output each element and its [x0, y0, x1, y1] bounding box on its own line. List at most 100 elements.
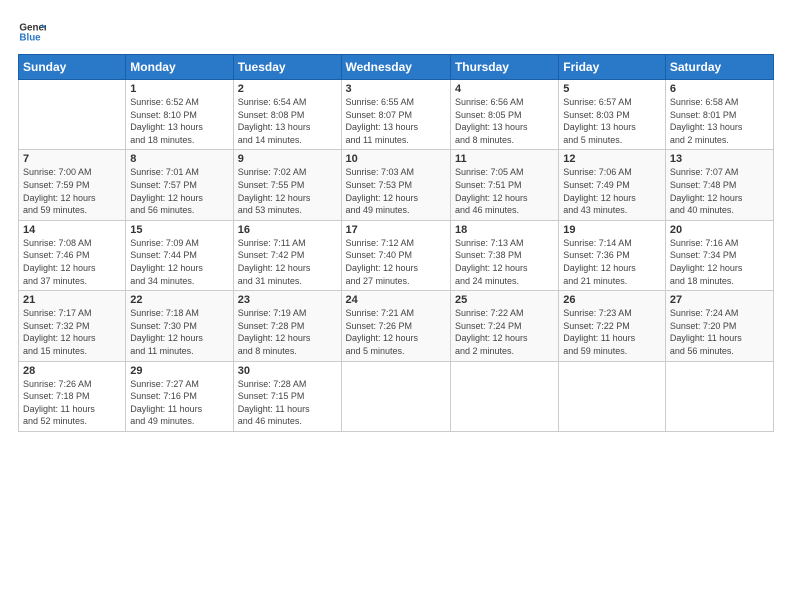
day-number: 7	[23, 153, 121, 165]
calendar-cell: 22Sunrise: 7:18 AM Sunset: 7:30 PM Dayli…	[126, 291, 233, 361]
calendar-cell: 13Sunrise: 7:07 AM Sunset: 7:48 PM Dayli…	[665, 150, 773, 220]
week-row-5: 28Sunrise: 7:26 AM Sunset: 7:18 PM Dayli…	[19, 361, 774, 431]
day-info: Sunrise: 7:24 AM Sunset: 7:20 PM Dayligh…	[670, 307, 769, 357]
calendar-cell: 28Sunrise: 7:26 AM Sunset: 7:18 PM Dayli…	[19, 361, 126, 431]
calendar-cell: 8Sunrise: 7:01 AM Sunset: 7:57 PM Daylig…	[126, 150, 233, 220]
day-info: Sunrise: 7:18 AM Sunset: 7:30 PM Dayligh…	[130, 307, 228, 357]
day-number: 12	[563, 153, 661, 165]
week-row-4: 21Sunrise: 7:17 AM Sunset: 7:32 PM Dayli…	[19, 291, 774, 361]
day-info: Sunrise: 7:28 AM Sunset: 7:15 PM Dayligh…	[238, 378, 337, 428]
day-number: 28	[23, 365, 121, 377]
calendar-cell: 4Sunrise: 6:56 AM Sunset: 8:05 PM Daylig…	[450, 80, 558, 150]
calendar-cell: 20Sunrise: 7:16 AM Sunset: 7:34 PM Dayli…	[665, 220, 773, 290]
calendar-cell: 19Sunrise: 7:14 AM Sunset: 7:36 PM Dayli…	[559, 220, 666, 290]
week-row-3: 14Sunrise: 7:08 AM Sunset: 7:46 PM Dayli…	[19, 220, 774, 290]
weekday-header-monday: Monday	[126, 55, 233, 80]
day-number: 18	[455, 224, 554, 236]
day-info: Sunrise: 7:11 AM Sunset: 7:42 PM Dayligh…	[238, 237, 337, 287]
logo: General Blue	[18, 18, 46, 46]
day-number: 2	[238, 83, 337, 95]
day-number: 25	[455, 294, 554, 306]
day-number: 21	[23, 294, 121, 306]
day-number: 20	[670, 224, 769, 236]
day-info: Sunrise: 7:17 AM Sunset: 7:32 PM Dayligh…	[23, 307, 121, 357]
day-number: 4	[455, 83, 554, 95]
calendar-cell: 24Sunrise: 7:21 AM Sunset: 7:26 PM Dayli…	[341, 291, 450, 361]
day-info: Sunrise: 7:06 AM Sunset: 7:49 PM Dayligh…	[563, 166, 661, 216]
weekday-header-thursday: Thursday	[450, 55, 558, 80]
calendar-cell: 30Sunrise: 7:28 AM Sunset: 7:15 PM Dayli…	[233, 361, 341, 431]
calendar-cell	[665, 361, 773, 431]
day-number: 8	[130, 153, 228, 165]
calendar-cell: 15Sunrise: 7:09 AM Sunset: 7:44 PM Dayli…	[126, 220, 233, 290]
day-info: Sunrise: 7:03 AM Sunset: 7:53 PM Dayligh…	[346, 166, 446, 216]
day-info: Sunrise: 6:54 AM Sunset: 8:08 PM Dayligh…	[238, 96, 337, 146]
calendar-cell: 9Sunrise: 7:02 AM Sunset: 7:55 PM Daylig…	[233, 150, 341, 220]
weekday-header-saturday: Saturday	[665, 55, 773, 80]
day-info: Sunrise: 7:05 AM Sunset: 7:51 PM Dayligh…	[455, 166, 554, 216]
day-info: Sunrise: 7:09 AM Sunset: 7:44 PM Dayligh…	[130, 237, 228, 287]
day-number: 1	[130, 83, 228, 95]
calendar-cell: 6Sunrise: 6:58 AM Sunset: 8:01 PM Daylig…	[665, 80, 773, 150]
weekday-header-tuesday: Tuesday	[233, 55, 341, 80]
calendar-cell: 1Sunrise: 6:52 AM Sunset: 8:10 PM Daylig…	[126, 80, 233, 150]
logo-icon: General Blue	[18, 18, 46, 46]
day-number: 23	[238, 294, 337, 306]
calendar-cell: 21Sunrise: 7:17 AM Sunset: 7:32 PM Dayli…	[19, 291, 126, 361]
day-info: Sunrise: 7:13 AM Sunset: 7:38 PM Dayligh…	[455, 237, 554, 287]
calendar-cell	[341, 361, 450, 431]
calendar-cell: 3Sunrise: 6:55 AM Sunset: 8:07 PM Daylig…	[341, 80, 450, 150]
day-number: 14	[23, 224, 121, 236]
calendar-cell: 23Sunrise: 7:19 AM Sunset: 7:28 PM Dayli…	[233, 291, 341, 361]
day-info: Sunrise: 7:07 AM Sunset: 7:48 PM Dayligh…	[670, 166, 769, 216]
svg-text:Blue: Blue	[19, 32, 41, 43]
calendar-cell: 12Sunrise: 7:06 AM Sunset: 7:49 PM Dayli…	[559, 150, 666, 220]
calendar-cell: 25Sunrise: 7:22 AM Sunset: 7:24 PM Dayli…	[450, 291, 558, 361]
weekday-header-wednesday: Wednesday	[341, 55, 450, 80]
day-info: Sunrise: 7:21 AM Sunset: 7:26 PM Dayligh…	[346, 307, 446, 357]
day-info: Sunrise: 7:12 AM Sunset: 7:40 PM Dayligh…	[346, 237, 446, 287]
calendar-cell: 18Sunrise: 7:13 AM Sunset: 7:38 PM Dayli…	[450, 220, 558, 290]
calendar-cell: 29Sunrise: 7:27 AM Sunset: 7:16 PM Dayli…	[126, 361, 233, 431]
day-info: Sunrise: 7:02 AM Sunset: 7:55 PM Dayligh…	[238, 166, 337, 216]
day-number: 19	[563, 224, 661, 236]
day-number: 16	[238, 224, 337, 236]
day-number: 9	[238, 153, 337, 165]
calendar-cell: 17Sunrise: 7:12 AM Sunset: 7:40 PM Dayli…	[341, 220, 450, 290]
weekday-header-friday: Friday	[559, 55, 666, 80]
day-number: 22	[130, 294, 228, 306]
day-info: Sunrise: 7:01 AM Sunset: 7:57 PM Dayligh…	[130, 166, 228, 216]
day-number: 11	[455, 153, 554, 165]
day-info: Sunrise: 7:16 AM Sunset: 7:34 PM Dayligh…	[670, 237, 769, 287]
calendar-cell: 16Sunrise: 7:11 AM Sunset: 7:42 PM Dayli…	[233, 220, 341, 290]
day-number: 15	[130, 224, 228, 236]
day-number: 24	[346, 294, 446, 306]
day-number: 29	[130, 365, 228, 377]
day-info: Sunrise: 7:19 AM Sunset: 7:28 PM Dayligh…	[238, 307, 337, 357]
calendar-cell: 27Sunrise: 7:24 AM Sunset: 7:20 PM Dayli…	[665, 291, 773, 361]
calendar-cell	[559, 361, 666, 431]
day-number: 5	[563, 83, 661, 95]
day-number: 10	[346, 153, 446, 165]
day-info: Sunrise: 7:08 AM Sunset: 7:46 PM Dayligh…	[23, 237, 121, 287]
calendar-cell: 26Sunrise: 7:23 AM Sunset: 7:22 PM Dayli…	[559, 291, 666, 361]
day-number: 17	[346, 224, 446, 236]
calendar-cell: 7Sunrise: 7:00 AM Sunset: 7:59 PM Daylig…	[19, 150, 126, 220]
calendar-cell: 5Sunrise: 6:57 AM Sunset: 8:03 PM Daylig…	[559, 80, 666, 150]
calendar-cell: 11Sunrise: 7:05 AM Sunset: 7:51 PM Dayli…	[450, 150, 558, 220]
calendar-cell: 10Sunrise: 7:03 AM Sunset: 7:53 PM Dayli…	[341, 150, 450, 220]
calendar: SundayMondayTuesdayWednesdayThursdayFrid…	[18, 54, 774, 432]
day-number: 27	[670, 294, 769, 306]
day-info: Sunrise: 7:23 AM Sunset: 7:22 PM Dayligh…	[563, 307, 661, 357]
day-info: Sunrise: 7:26 AM Sunset: 7:18 PM Dayligh…	[23, 378, 121, 428]
day-info: Sunrise: 6:55 AM Sunset: 8:07 PM Dayligh…	[346, 96, 446, 146]
calendar-cell: 14Sunrise: 7:08 AM Sunset: 7:46 PM Dayli…	[19, 220, 126, 290]
week-row-2: 7Sunrise: 7:00 AM Sunset: 7:59 PM Daylig…	[19, 150, 774, 220]
day-info: Sunrise: 6:56 AM Sunset: 8:05 PM Dayligh…	[455, 96, 554, 146]
day-info: Sunrise: 6:58 AM Sunset: 8:01 PM Dayligh…	[670, 96, 769, 146]
day-number: 6	[670, 83, 769, 95]
week-row-1: 1Sunrise: 6:52 AM Sunset: 8:10 PM Daylig…	[19, 80, 774, 150]
day-number: 3	[346, 83, 446, 95]
calendar-cell: 2Sunrise: 6:54 AM Sunset: 8:08 PM Daylig…	[233, 80, 341, 150]
day-info: Sunrise: 7:14 AM Sunset: 7:36 PM Dayligh…	[563, 237, 661, 287]
